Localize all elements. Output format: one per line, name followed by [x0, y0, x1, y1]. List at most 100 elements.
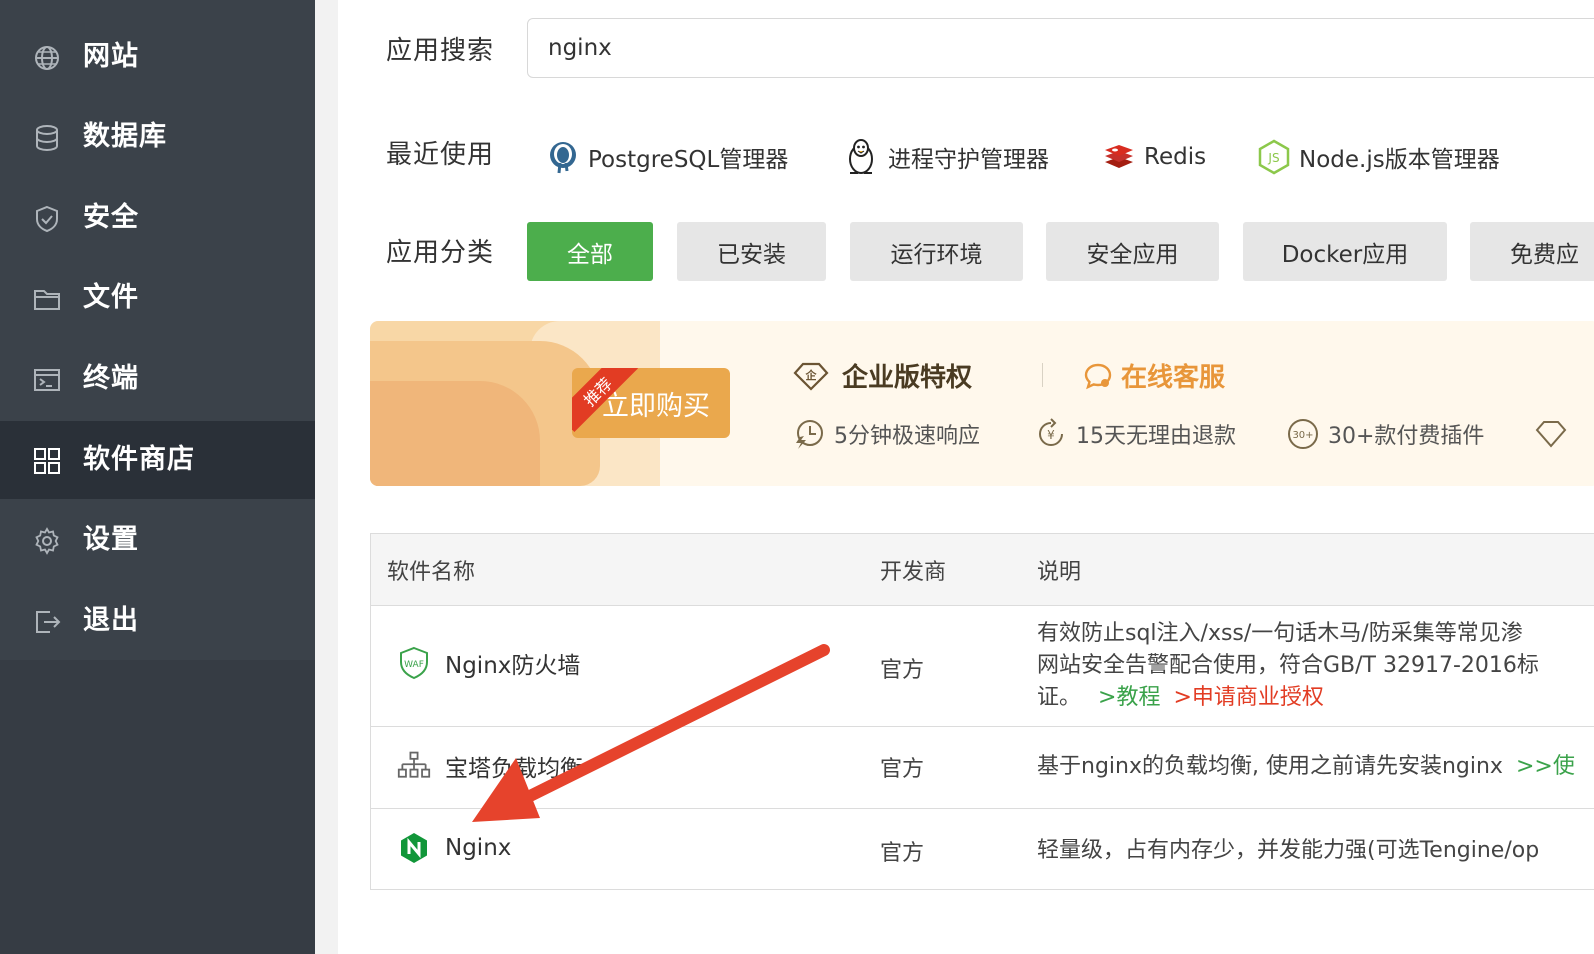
enterprise-banner: 推荐 立即购买 企 企业版特权 在线客服 5分钟极速响应 ¥ 15天无理由退款 …	[370, 321, 1594, 486]
description-text: 基于nginx的负载均衡, 使用之前请先安装nginx	[1037, 754, 1503, 779]
recent-item-process-daemon[interactable]: 进程守护管理器	[842, 136, 1049, 178]
recent-item-label: Node.js版本管理器	[1299, 147, 1500, 173]
category-free-button[interactable]: 免费应	[1470, 222, 1594, 281]
sidebar-item-label: 文件	[83, 282, 139, 313]
sidebar-item-label: 退出	[83, 605, 139, 636]
developer-cell: 官方	[880, 757, 925, 782]
enterprise-diamond-icon: 企	[792, 361, 830, 391]
recent-item-label: Redis	[1144, 144, 1207, 170]
svg-text:WAF: WAF	[404, 660, 424, 670]
diamond-icon	[1535, 421, 1567, 448]
shield-icon	[36, 205, 58, 233]
main-panel: 应用搜索 最近使用 PostgreSQL管理器 进程守护管理器 Redis JS…	[338, 0, 1594, 954]
table-header: 软件名称 开发商 说明	[371, 534, 1594, 606]
nginx-icon	[397, 831, 431, 865]
description-line: 证。 >教程 >申请商业授权	[1037, 682, 1594, 714]
software-name: Nginx	[445, 835, 512, 861]
redis-icon	[1102, 139, 1136, 175]
postgresql-icon	[546, 139, 580, 175]
svg-text:¥: ¥	[1047, 428, 1055, 442]
buy-now-button[interactable]: 推荐 立即购买	[572, 368, 730, 438]
nodejs-icon: JS	[1257, 139, 1291, 175]
description-line: 有效防止sql注入/xss/一句话木马/防采集等常见渗	[1037, 621, 1523, 646]
category-docker-button[interactable]: Docker应用	[1243, 222, 1447, 281]
logout-icon	[36, 611, 61, 633]
sidebar-item-security[interactable]: 安全	[0, 179, 315, 257]
sidebar-item-files[interactable]: 文件	[0, 259, 315, 337]
software-name-cell[interactable]: WAF Nginx防火墙	[397, 646, 580, 680]
sidebar-item-logout[interactable]: 退出	[0, 582, 315, 660]
banner-decoration	[370, 381, 540, 486]
perk-label: 15天无理由退款	[1076, 424, 1236, 449]
search-label: 应用搜索	[386, 36, 495, 66]
column-header-developer: 开发商	[880, 560, 947, 585]
grid-icon	[34, 448, 60, 474]
terminal-icon	[34, 369, 60, 391]
recent-item-label: 进程守护管理器	[888, 147, 1049, 173]
category-installed-button[interactable]: 已安装	[677, 222, 826, 281]
perk-refund: ¥ 15天无理由退款	[1034, 417, 1236, 451]
table-row: WAF Nginx防火墙 官方 有效防止sql注入/xss/一句话木马/防采集等…	[371, 606, 1594, 727]
software-name-cell[interactable]: Nginx	[397, 831, 511, 865]
recent-item-postgresql[interactable]: PostgreSQL管理器	[546, 136, 788, 178]
table-row: Nginx 官方 轻量级，占有内存少，并发能力强(可选Tengine/op	[371, 809, 1594, 889]
category-runtime-button[interactable]: 运行环境	[850, 222, 1023, 281]
sidebar-item-label: 设置	[83, 524, 139, 555]
lightning-clock-icon	[796, 420, 823, 449]
buy-now-label: 立即购买	[602, 390, 710, 422]
software-name: 宝塔负载均衡	[445, 756, 583, 782]
recent-item-redis[interactable]: Redis	[1102, 136, 1206, 178]
category-all-button[interactable]: 全部	[527, 222, 653, 281]
sidebar-item-label: 安全	[83, 202, 139, 233]
software-name-cell[interactable]: 宝塔负载均衡	[397, 749, 583, 783]
table-row: 宝塔负载均衡 官方 基于nginx的负载均衡, 使用之前请先安装nginx >>…	[371, 727, 1594, 809]
svg-text:JS: JS	[1267, 151, 1279, 165]
perk-label: 30+款付费插件	[1328, 424, 1485, 449]
perk-fast-response: 5分钟极速响应	[792, 417, 980, 451]
globe-icon	[35, 46, 59, 70]
description-line: 网站安全告警配合使用，符合GB/T 32917-2016标	[1037, 653, 1539, 678]
category-security-button[interactable]: 安全应用	[1046, 222, 1219, 281]
software-table: 软件名称 开发商 说明 WAF Nginx防火墙 官方 有效防止sql注入/xs…	[370, 533, 1594, 890]
perk-label: 5分钟极速响应	[834, 424, 980, 449]
sidebar: 网站 数据库 安全 文件 终端 软件商店 设置 退出	[0, 0, 315, 954]
yen-refund-icon: ¥	[1039, 418, 1063, 446]
developer-cell: 官方	[880, 841, 925, 866]
sidebar-item-settings[interactable]: 设置	[0, 501, 315, 579]
recent-label: 最近使用	[386, 140, 495, 170]
usage-link[interactable]: >>使	[1516, 754, 1575, 779]
sidebar-footer-area	[0, 660, 315, 954]
description-cell: 轻量级，占有内存少，并发能力强(可选Tengine/op	[1037, 835, 1594, 867]
chat-bubble-icon	[1083, 361, 1113, 391]
sidebar-item-database[interactable]: 数据库	[0, 98, 315, 176]
svg-text:企: 企	[805, 368, 818, 382]
commercial-license-link[interactable]: >申请商业授权	[1173, 685, 1323, 710]
description-cell: 基于nginx的负载均衡, 使用之前请先安装nginx >>使	[1037, 751, 1594, 783]
banner-divider	[1042, 363, 1043, 387]
column-header-description: 说明	[1037, 560, 1082, 585]
sidebar-item-label: 终端	[83, 363, 139, 394]
description-cell: 有效防止sql注入/xss/一句话木马/防采集等常见渗 网站安全告警配合使用，符…	[1037, 618, 1594, 714]
enterprise-privilege-title: 企 企业版特权	[792, 357, 972, 394]
search-input[interactable]	[527, 18, 1594, 78]
description-text: 证。	[1037, 685, 1082, 710]
svg-text:30+: 30+	[1292, 430, 1313, 441]
software-name: Nginx防火墙	[445, 653, 581, 679]
description-text: 轻量级，占有内存少，并发能力强(可选Tengine/op	[1037, 838, 1540, 863]
sidebar-item-website[interactable]: 网站	[0, 18, 315, 96]
online-support-link[interactable]: 在线客服	[1083, 357, 1225, 394]
online-support-text: 在线客服	[1121, 363, 1226, 393]
recent-item-nodejs[interactable]: JS Node.js版本管理器	[1257, 136, 1500, 178]
sidebar-item-label: 软件商店	[83, 444, 195, 475]
penguin-icon	[842, 139, 880, 175]
sidebar-item-label: 数据库	[83, 121, 167, 152]
plugins-badge-icon: 30+	[1288, 419, 1318, 449]
sidebar-item-label: 网站	[83, 41, 139, 72]
recent-item-label: PostgreSQL管理器	[588, 147, 789, 173]
folder-icon	[34, 290, 60, 310]
column-header-name: 软件名称	[387, 560, 476, 585]
gear-icon	[35, 527, 59, 555]
sidebar-item-software-store[interactable]: 软件商店	[0, 421, 315, 499]
sidebar-item-terminal[interactable]: 终端	[0, 340, 315, 418]
tutorial-link[interactable]: >教程	[1098, 685, 1160, 710]
